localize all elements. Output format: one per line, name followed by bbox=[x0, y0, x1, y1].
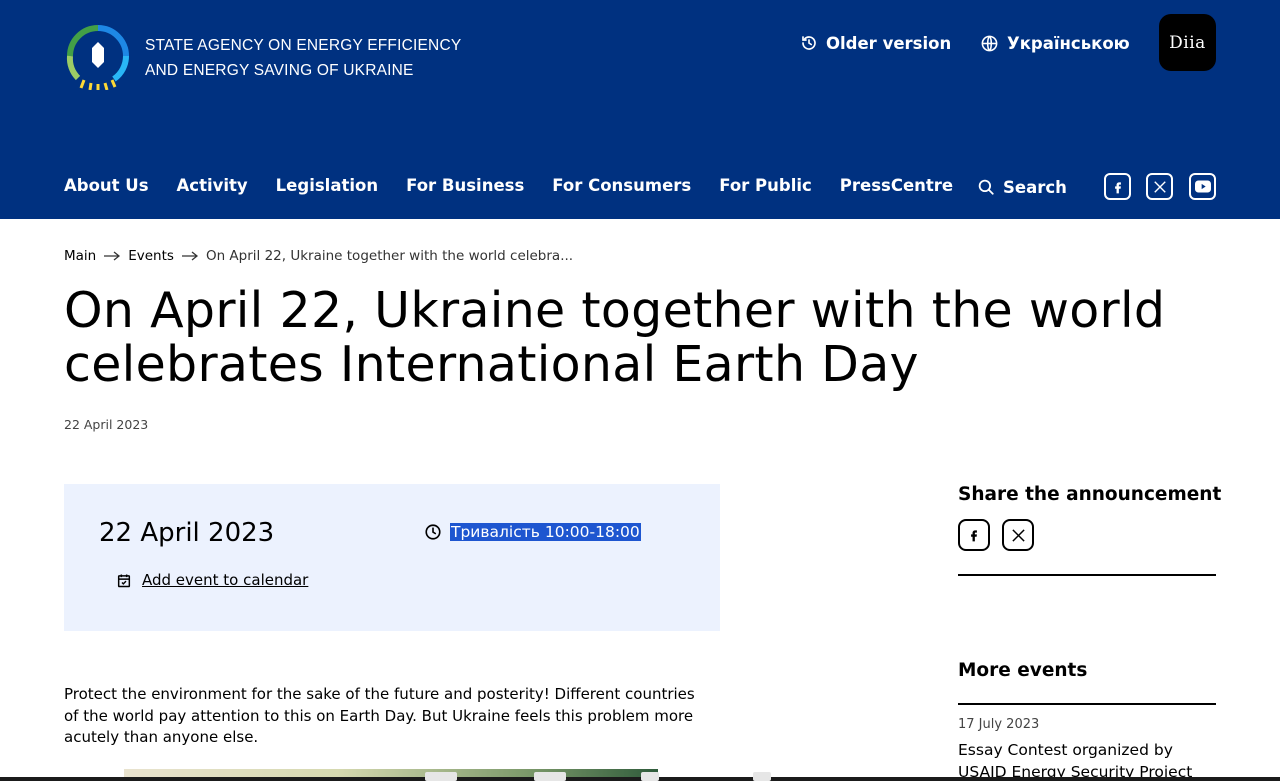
more-event-date: 17 July 2023 bbox=[958, 717, 1040, 732]
share-facebook-button[interactable] bbox=[958, 519, 990, 551]
header-youtube-link[interactable] bbox=[1189, 173, 1216, 200]
sidebar-divider bbox=[958, 703, 1216, 705]
more-event-title[interactable]: Essay Contest organized by USAID Energy … bbox=[958, 740, 1216, 781]
breadcrumb-main[interactable]: Main bbox=[64, 248, 96, 264]
language-switch[interactable]: Українською bbox=[980, 31, 1130, 55]
site-header: STATE AGENCY ON ENERGY EFFICIENCY AND EN… bbox=[0, 0, 1280, 219]
diia-label: Diia bbox=[1169, 32, 1206, 53]
facebook-icon bbox=[971, 530, 977, 542]
share-x-button[interactable] bbox=[1002, 519, 1034, 551]
arrow-right-icon bbox=[181, 251, 198, 261]
add-to-calendar-link[interactable]: Add event to calendar bbox=[116, 571, 308, 589]
older-version-link[interactable]: Older version bbox=[800, 31, 951, 55]
globe-icon bbox=[981, 35, 998, 51]
nav-item-about-us[interactable]: About Us bbox=[64, 174, 149, 198]
horizontal-scrollbar[interactable] bbox=[0, 777, 1280, 781]
breadcrumb: Main Events On April 22, Ukraine togethe… bbox=[64, 246, 573, 266]
event-duration: Тривалість 10:00-18:00 bbox=[424, 523, 641, 541]
page-title: On April 22, Ukraine together with the w… bbox=[64, 282, 1166, 393]
older-version-label: Older version bbox=[826, 33, 952, 53]
header-facebook-link[interactable] bbox=[1104, 173, 1131, 200]
main-nav: About Us Activity Legislation For Busine… bbox=[64, 174, 981, 198]
agency-name[interactable]: STATE AGENCY ON ENERGY EFFICIENCY AND EN… bbox=[145, 33, 461, 83]
calendar-icon bbox=[117, 574, 131, 587]
event-duration-text: Тривалість 10:00-18:00 bbox=[450, 523, 641, 541]
event-info-box: 22 April 2023 Тривалість 10:00-18:00 Add… bbox=[64, 484, 720, 631]
share-heading: Share the announcement bbox=[958, 484, 1222, 505]
breadcrumb-events[interactable]: Events bbox=[128, 248, 174, 264]
diia-button[interactable]: Diia bbox=[1159, 14, 1216, 71]
article-paragraph: Protect the environment for the sake of … bbox=[64, 685, 695, 746]
header-x-link[interactable] bbox=[1146, 173, 1173, 200]
nav-item-for-public[interactable]: For Public bbox=[719, 174, 812, 198]
more-events-heading: More events bbox=[958, 660, 1088, 681]
event-date: 22 April 2023 bbox=[99, 518, 275, 548]
search-icon bbox=[978, 179, 994, 195]
x-icon bbox=[1011, 528, 1025, 542]
scrollbar-thumb[interactable] bbox=[534, 772, 566, 781]
sidebar-divider bbox=[958, 574, 1216, 576]
search-label: Search bbox=[1003, 177, 1067, 197]
history-icon bbox=[802, 36, 816, 50]
agency-name-line1: STATE AGENCY ON ENERGY EFFICIENCY bbox=[145, 37, 462, 54]
publish-date: 22 April 2023 bbox=[64, 417, 149, 432]
agency-name-line2: AND ENERGY SAVING OF UKRAINE bbox=[145, 62, 414, 79]
nav-item-legislation[interactable]: Legislation bbox=[276, 174, 378, 198]
arrow-right-icon bbox=[104, 251, 121, 261]
scrollbar-thumb[interactable] bbox=[753, 772, 771, 781]
x-icon bbox=[1153, 180, 1166, 193]
breadcrumb-current: On April 22, Ukraine together with the w… bbox=[205, 248, 574, 264]
scrollbar-thumb[interactable] bbox=[425, 772, 457, 781]
nav-item-presscentre[interactable]: PressCentre bbox=[840, 174, 953, 198]
facebook-icon bbox=[1114, 181, 1121, 193]
youtube-icon bbox=[1194, 180, 1211, 193]
clock-icon bbox=[425, 524, 441, 540]
nav-item-for-consumers[interactable]: For Consumers bbox=[552, 174, 691, 198]
language-label: Українською bbox=[1007, 33, 1130, 53]
agency-logo[interactable] bbox=[64, 22, 132, 90]
search-button[interactable]: Search bbox=[977, 175, 1067, 199]
nav-item-for-business[interactable]: For Business bbox=[406, 174, 524, 198]
scrollbar-thumb[interactable] bbox=[641, 772, 659, 781]
add-to-calendar-label: Add event to calendar bbox=[142, 571, 309, 589]
nav-item-activity[interactable]: Activity bbox=[177, 174, 248, 198]
